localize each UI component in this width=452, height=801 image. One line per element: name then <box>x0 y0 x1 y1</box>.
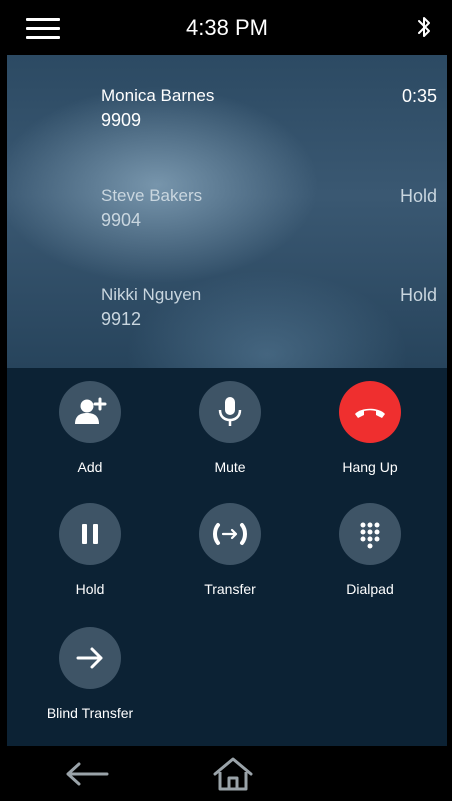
blind-transfer-button[interactable]: Blind Transfer <box>20 614 160 721</box>
dialpad-button[interactable]: Dialpad <box>300 490 440 597</box>
mute-label: Mute <box>214 459 246 475</box>
call-row-held[interactable]: Steve Bakers 9904 Hold <box>7 186 447 246</box>
calls-panel: Monica Barnes 9909 0:35 Steve Bakers 990… <box>7 55 447 368</box>
call-row-held[interactable]: Nikki Nguyen 9912 Hold <box>7 285 447 345</box>
blind-transfer-label: Blind Transfer <box>46 705 134 721</box>
hang-up-icon <box>339 381 401 443</box>
call-controls: Add Mute Hang Up Hold Transfer Dialpad B… <box>7 368 447 746</box>
dialpad-icon <box>339 503 401 565</box>
hang-up-button[interactable]: Hang Up <box>300 368 440 475</box>
caller-number: 9909 <box>101 110 142 130</box>
call-row-active[interactable]: Monica Barnes 9909 0:35 <box>7 86 447 146</box>
home-icon[interactable] <box>212 756 254 792</box>
caller-name: Steve Bakers <box>101 186 203 205</box>
device-frame: 4:38 PM Monica Barnes 9909 0:35 Steve Ba… <box>0 0 452 801</box>
caller-number: 9904 <box>101 210 142 230</box>
clock: 4:38 PM <box>186 15 268 40</box>
pause-icon <box>59 503 121 565</box>
hang-up-label: Hang Up <box>342 459 398 475</box>
back-arrow-icon[interactable] <box>65 759 111 789</box>
caller-name: Nikki Nguyen <box>101 285 202 304</box>
hold-label: Hold <box>75 581 105 597</box>
transfer-call-icon <box>199 503 261 565</box>
call-duration: 0:35 <box>401 86 437 106</box>
call-status: Hold <box>399 186 437 206</box>
navigation-bar <box>7 746 447 801</box>
microphone-icon <box>199 381 261 443</box>
arrow-right-icon <box>59 627 121 689</box>
transfer-label: Transfer <box>204 581 256 597</box>
status-bar: 4:38 PM <box>7 0 447 55</box>
add-label: Add <box>77 459 103 475</box>
caller-name: Monica Barnes <box>101 86 215 105</box>
call-status: Hold <box>399 285 437 305</box>
phone-screen: 4:38 PM Monica Barnes 9909 0:35 Steve Ba… <box>7 0 447 801</box>
add-contact-icon <box>59 381 121 443</box>
bluetooth-icon <box>418 17 430 37</box>
add-button[interactable]: Add <box>20 368 160 475</box>
transfer-button[interactable]: Transfer <box>160 490 300 597</box>
caller-number: 9912 <box>101 309 142 329</box>
mute-button[interactable]: Mute <box>160 368 300 475</box>
hold-button[interactable]: Hold <box>20 490 160 597</box>
dialpad-label: Dialpad <box>346 581 394 597</box>
